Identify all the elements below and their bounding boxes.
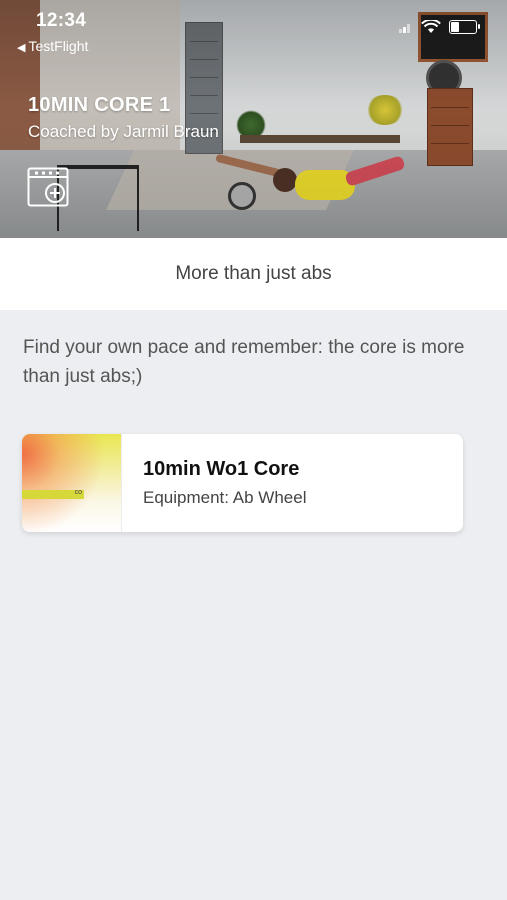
status-indicators bbox=[399, 20, 480, 34]
workout-card-equipment: Equipment: Ab Wheel bbox=[143, 488, 307, 507]
workout-thumbnail: co bbox=[22, 434, 122, 532]
program-tagline-text: More than just abs bbox=[175, 263, 332, 284]
back-app-label: TestFlight bbox=[28, 38, 89, 54]
workout-title: 10MIN CORE 1 bbox=[28, 94, 171, 116]
status-time: 12:34 bbox=[36, 10, 87, 31]
coach-name: Coached by Jarmil Braun bbox=[28, 122, 219, 141]
wifi-icon bbox=[421, 20, 441, 33]
thumbnail-label-bar: co bbox=[22, 489, 84, 499]
back-triangle-icon: ◀ bbox=[17, 42, 26, 54]
add-to-calendar-button[interactable] bbox=[27, 167, 69, 207]
thumbnail-label: co bbox=[74, 489, 82, 496]
battery-icon bbox=[449, 20, 480, 34]
program-tagline: More than just abs bbox=[0, 238, 507, 310]
workout-card-title: 10min Wo1 Core bbox=[143, 458, 300, 480]
back-to-app-link[interactable]: ◀ TestFlight bbox=[17, 38, 88, 54]
workout-card[interactable]: co 10min Wo1 Core Equipment: Ab Wheel bbox=[22, 434, 463, 532]
hero-image: 12:34 ◀ TestFlight 10MIN CORE 1 Coached b… bbox=[0, 0, 507, 238]
calendar-add-icon bbox=[27, 167, 69, 207]
program-description: Find your own pace and remember: the cor… bbox=[23, 337, 465, 387]
cellular-signal-icon bbox=[399, 21, 413, 33]
